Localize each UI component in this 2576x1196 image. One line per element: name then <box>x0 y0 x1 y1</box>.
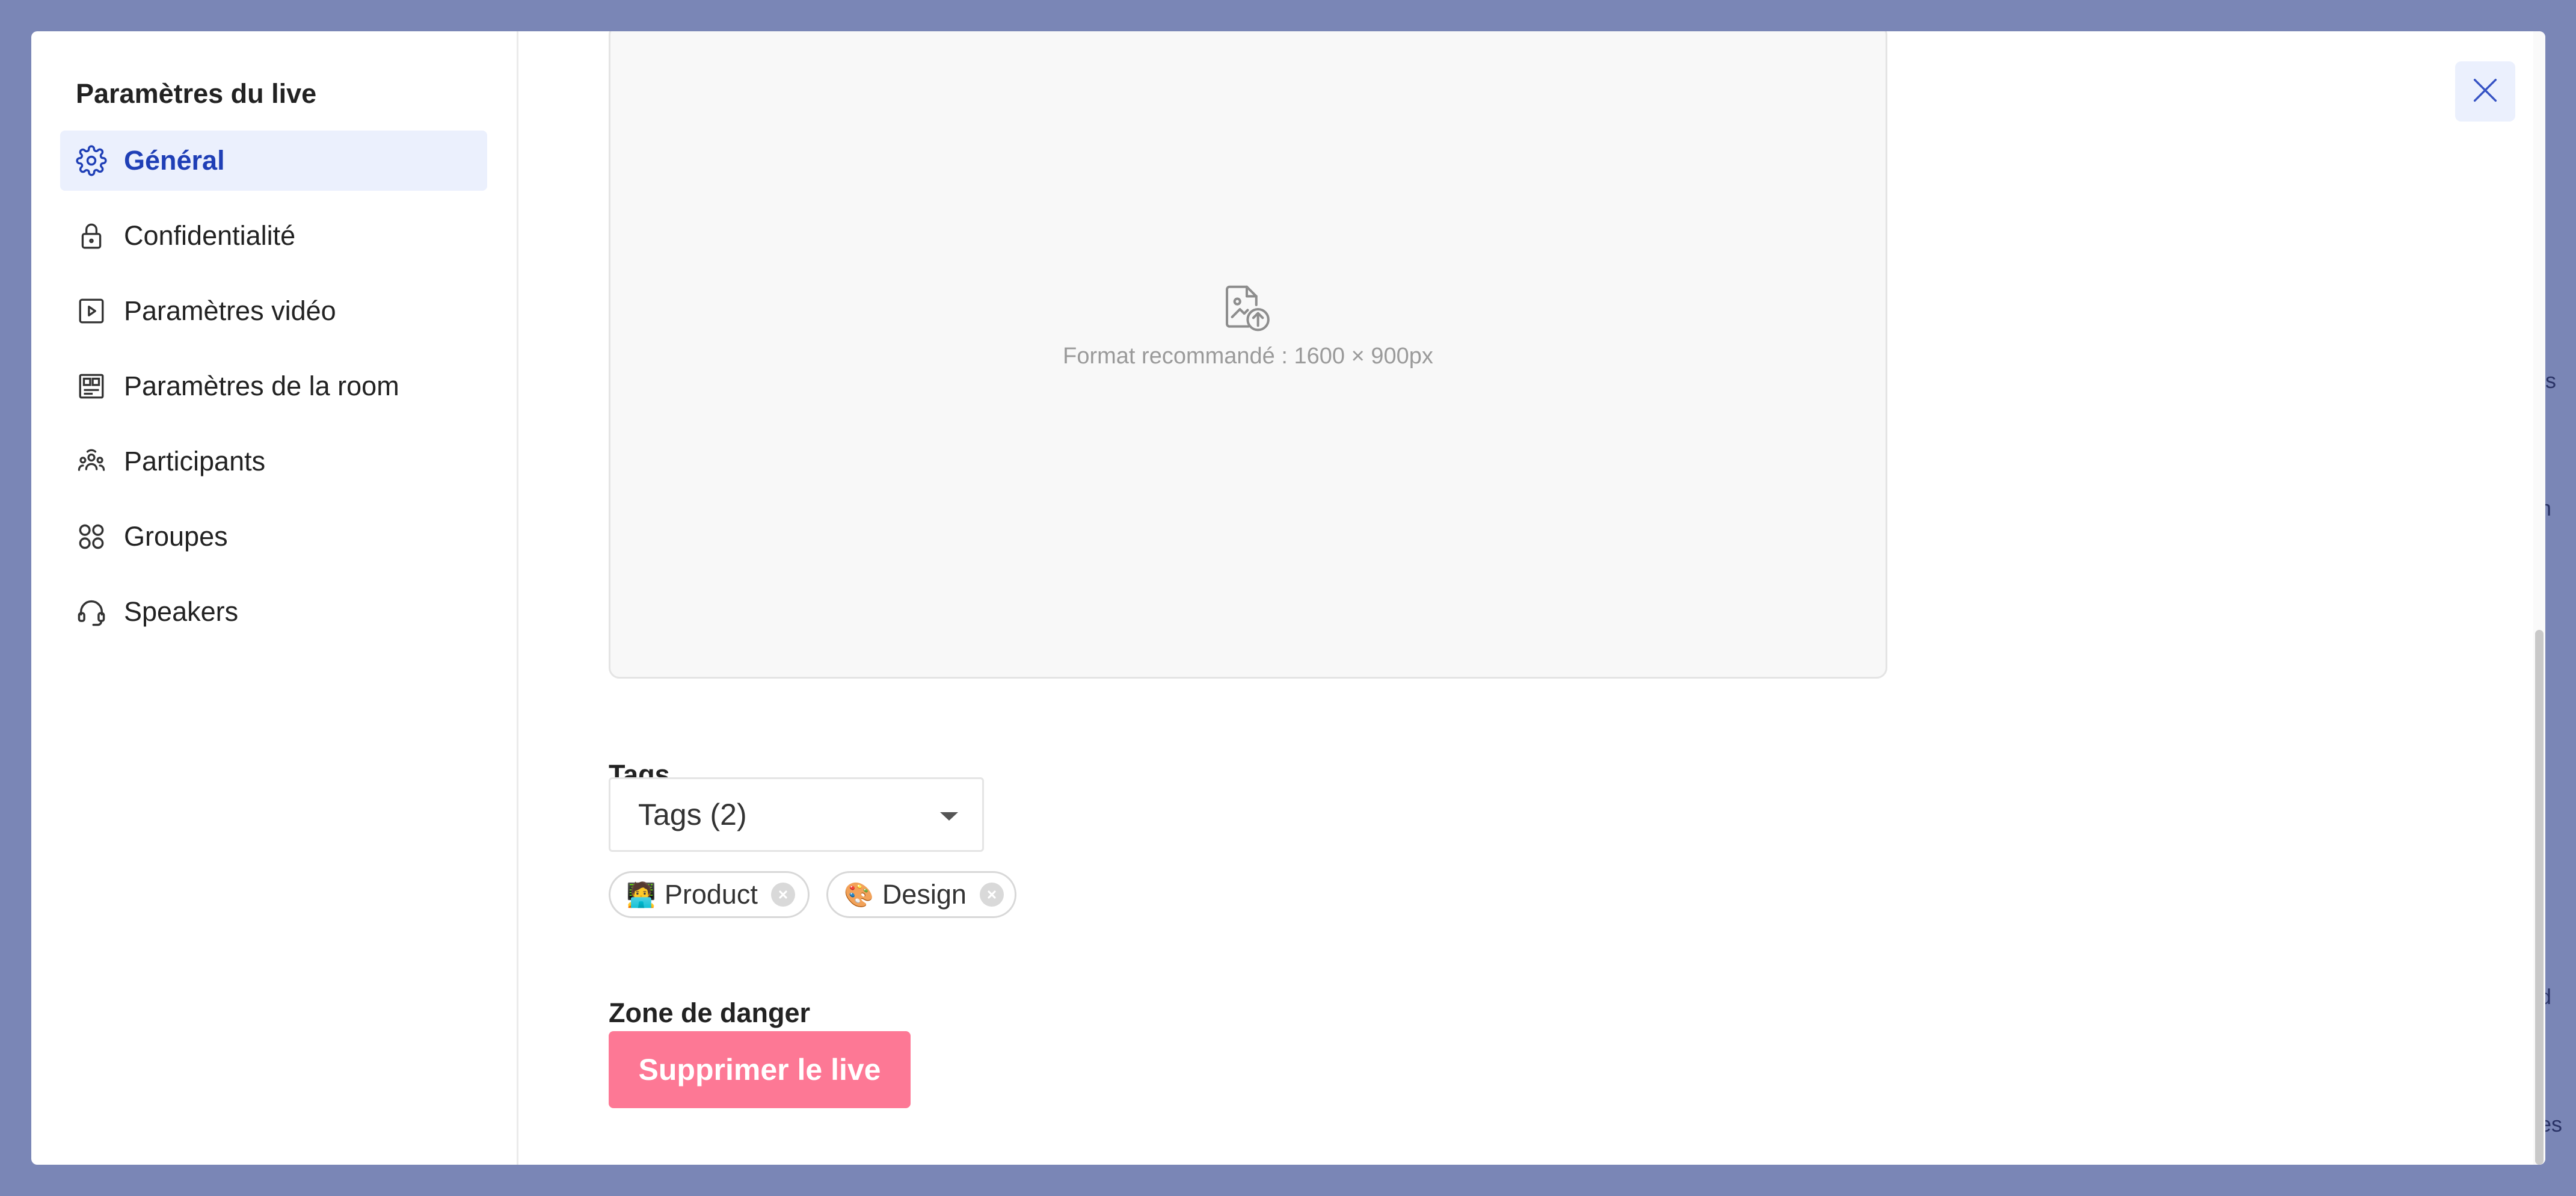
groups-icon <box>75 520 108 553</box>
sidebar-item-groups[interactable]: Groupes <box>60 507 487 567</box>
sidebar-title: Paramètres du live <box>76 78 317 109</box>
tag-chip-product: 🧑‍💻 Product <box>609 871 810 918</box>
live-settings-modal: Paramètres du live Général Confidentiali… <box>31 31 2545 1165</box>
sidebar-item-confidentialite[interactable]: Confidentialité <box>60 206 487 266</box>
tags-select[interactable]: Tags (2) <box>609 777 984 852</box>
delete-live-button[interactable]: Supprimer le live <box>609 1031 911 1108</box>
tag-chip-label: Design <box>882 879 967 910</box>
sidebar-item-label: Speakers <box>124 596 239 627</box>
play-square-icon <box>75 294 108 328</box>
settings-content: Format recommandé : 1600 × 900px Tags Ta… <box>518 31 2545 1165</box>
sidebar-item-label: Paramètres vidéo <box>124 295 336 326</box>
gear-icon <box>75 144 108 177</box>
tag-chip-label: Product <box>664 879 758 910</box>
palette-emoji: 🎨 <box>844 881 874 908</box>
sidebar-item-room-settings[interactable]: Paramètres de la room <box>60 356 487 416</box>
technologist-emoji: 🧑‍💻 <box>626 881 656 908</box>
close-modal-button[interactable] <box>2455 61 2515 122</box>
remove-tag-icon[interactable] <box>979 883 1004 907</box>
sidebar-item-label: Groupes <box>124 521 228 552</box>
sidebar-item-label: Paramètres de la room <box>124 371 399 401</box>
sidebar-item-label: Participants <box>124 446 266 476</box>
tags-select-value: Tags (2) <box>638 798 747 831</box>
scrollbar-thumb[interactable] <box>2535 630 2544 1165</box>
room-grid-icon <box>75 369 108 403</box>
remove-tag-icon[interactable] <box>770 883 795 907</box>
upload-format-hint: Format recommandé : 1600 × 900px <box>1063 344 1433 369</box>
cover-image-upload-area[interactable]: Format recommandé : 1600 × 900px <box>609 31 1887 679</box>
settings-sidebar: Paramètres du live Général Confidentiali… <box>31 31 518 1165</box>
close-icon <box>2470 75 2501 109</box>
sidebar-item-speakers[interactable]: Speakers <box>60 582 487 642</box>
sidebar-item-video-settings[interactable]: Paramètres vidéo <box>60 281 487 341</box>
sidebar-item-general[interactable]: Général <box>60 131 487 191</box>
headset-icon <box>75 595 108 629</box>
image-upload-icon <box>1219 283 1274 335</box>
modal-scrollbar[interactable] <box>2533 31 2545 1165</box>
sidebar-item-label: Confidentialité <box>124 220 296 251</box>
tag-chip-design: 🎨 Design <box>826 871 1016 918</box>
lock-icon <box>75 219 108 253</box>
sidebar-item-participants[interactable]: Participants <box>60 431 487 492</box>
caret-down-icon <box>940 812 958 821</box>
participants-icon <box>75 445 108 478</box>
sidebar-item-label: Général <box>124 145 225 176</box>
danger-zone-label: Zone de danger <box>609 997 811 1028</box>
